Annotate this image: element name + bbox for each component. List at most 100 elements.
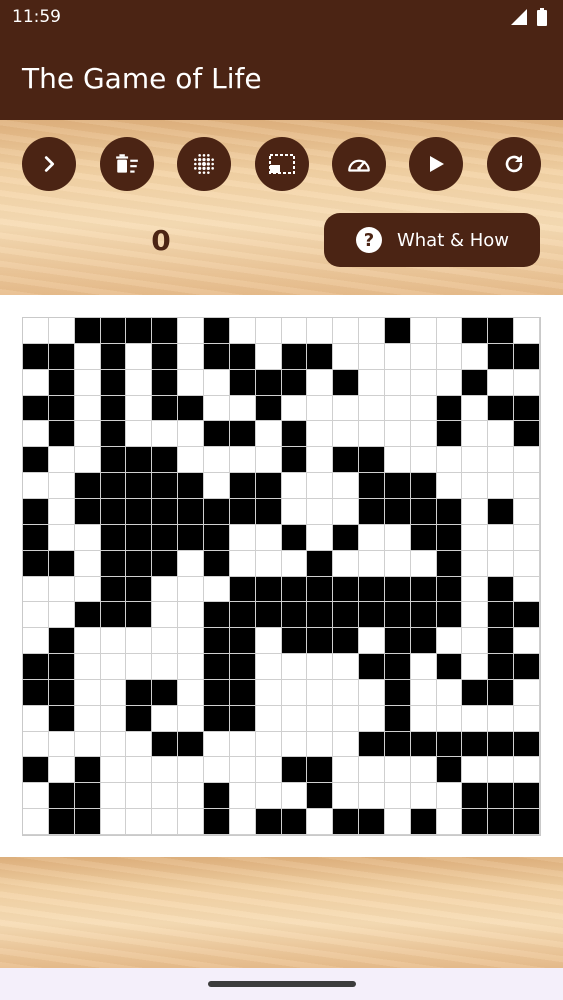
grid-cell[interactable]	[229, 447, 256, 474]
grid-cell[interactable]	[488, 783, 515, 810]
grid-cell[interactable]	[100, 705, 127, 732]
grid-cell[interactable]	[436, 369, 463, 396]
grid-cell[interactable]	[178, 395, 204, 422]
grid-cell[interactable]	[74, 576, 101, 603]
grid-cell[interactable]	[255, 369, 282, 396]
grid-cell[interactable]	[100, 809, 127, 835]
grid-cell[interactable]	[178, 602, 204, 629]
grid-cell[interactable]	[333, 343, 360, 370]
grid-cell[interactable]	[152, 783, 179, 810]
grid-cell[interactable]	[100, 498, 127, 525]
grid-cell[interactable]	[281, 369, 308, 396]
grid-cell[interactable]	[178, 473, 204, 499]
grid-cell[interactable]	[126, 498, 153, 525]
grid-cell[interactable]	[203, 421, 230, 448]
grid-cell[interactable]	[152, 809, 179, 835]
grid-cell[interactable]	[255, 524, 282, 551]
grid-cell[interactable]	[462, 679, 489, 706]
grid-cell[interactable]	[410, 318, 437, 344]
randomize-button[interactable]	[177, 137, 231, 191]
grid-cell[interactable]	[100, 318, 127, 344]
grid-cell[interactable]	[255, 809, 282, 835]
grid-cell[interactable]	[436, 447, 463, 474]
grid-cell[interactable]	[203, 602, 230, 629]
grid-cell[interactable]	[488, 809, 515, 835]
grid-cell[interactable]	[462, 473, 489, 499]
grid-cell[interactable]	[410, 705, 437, 732]
grid-cell[interactable]	[384, 576, 411, 603]
grid-cell[interactable]	[126, 343, 153, 370]
grid-cell[interactable]	[74, 731, 101, 758]
grid-cell[interactable]	[333, 524, 360, 551]
grid-cell[interactable]	[255, 447, 282, 474]
resize-grid-button[interactable]	[255, 137, 309, 191]
grid-cell[interactable]	[359, 783, 385, 810]
grid-cell[interactable]	[23, 654, 49, 680]
grid-cell[interactable]	[384, 705, 411, 732]
grid-cell[interactable]	[514, 343, 540, 370]
grid-cell[interactable]	[333, 628, 360, 655]
grid-cell[interactable]	[229, 679, 256, 706]
grid-cell[interactable]	[48, 654, 75, 680]
grid-cell[interactable]	[126, 421, 153, 448]
grid-cell[interactable]	[152, 576, 179, 603]
grid-cell[interactable]	[410, 628, 437, 655]
grid-cell[interactable]	[126, 447, 153, 474]
grid-cell[interactable]	[359, 343, 385, 370]
grid-cell[interactable]	[229, 809, 256, 835]
grid-cell[interactable]	[281, 705, 308, 732]
grid-cell[interactable]	[48, 421, 75, 448]
grid-cell[interactable]	[410, 473, 437, 499]
grid-cell[interactable]	[203, 576, 230, 603]
grid-cell[interactable]	[359, 447, 385, 474]
grid-cell[interactable]	[462, 524, 489, 551]
grid-cell[interactable]	[514, 473, 540, 499]
grid-cell[interactable]	[436, 550, 463, 577]
grid-cell[interactable]	[462, 705, 489, 732]
grid-cell[interactable]	[23, 576, 49, 603]
grid-cell[interactable]	[126, 731, 153, 758]
grid-cell[interactable]	[333, 421, 360, 448]
grid-cell[interactable]	[203, 731, 230, 758]
grid-cell[interactable]	[74, 524, 101, 551]
grid-cell[interactable]	[514, 550, 540, 577]
grid-cell[interactable]	[74, 343, 101, 370]
grid-cell[interactable]	[410, 783, 437, 810]
grid-cell[interactable]	[100, 731, 127, 758]
grid-cell[interactable]	[74, 628, 101, 655]
grid-cell[interactable]	[203, 654, 230, 680]
grid-cell[interactable]	[281, 524, 308, 551]
grid-cell[interactable]	[23, 809, 49, 835]
grid-cell[interactable]	[152, 524, 179, 551]
grid-cell[interactable]	[488, 421, 515, 448]
grid-cell[interactable]	[74, 550, 101, 577]
grid-cell[interactable]	[203, 473, 230, 499]
grid-cell[interactable]	[203, 783, 230, 810]
grid-cell[interactable]	[462, 757, 489, 784]
grid-cell[interactable]	[178, 524, 204, 551]
grid-cell[interactable]	[384, 473, 411, 499]
grid-cell[interactable]	[333, 473, 360, 499]
grid-cell[interactable]	[281, 809, 308, 835]
grid-cell[interactable]	[48, 343, 75, 370]
grid-cell[interactable]	[281, 473, 308, 499]
grid-cell[interactable]	[255, 679, 282, 706]
grid-cell[interactable]	[307, 602, 334, 629]
grid-cell[interactable]	[203, 498, 230, 525]
grid-cell[interactable]	[307, 628, 334, 655]
grid-cell[interactable]	[514, 809, 540, 835]
grid-cell[interactable]	[152, 550, 179, 577]
grid-cell[interactable]	[436, 473, 463, 499]
grid-cell[interactable]	[203, 369, 230, 396]
grid-cell[interactable]	[255, 602, 282, 629]
grid-cell[interactable]	[359, 498, 385, 525]
grid-cell[interactable]	[307, 809, 334, 835]
grid-cell[interactable]	[100, 679, 127, 706]
grid-cell[interactable]	[203, 757, 230, 784]
grid-cell[interactable]	[23, 473, 49, 499]
grid-cell[interactable]	[307, 473, 334, 499]
grid-cell[interactable]	[436, 654, 463, 680]
grid-cell[interactable]	[74, 705, 101, 732]
grid-cell[interactable]	[203, 679, 230, 706]
grid-cell[interactable]	[152, 679, 179, 706]
